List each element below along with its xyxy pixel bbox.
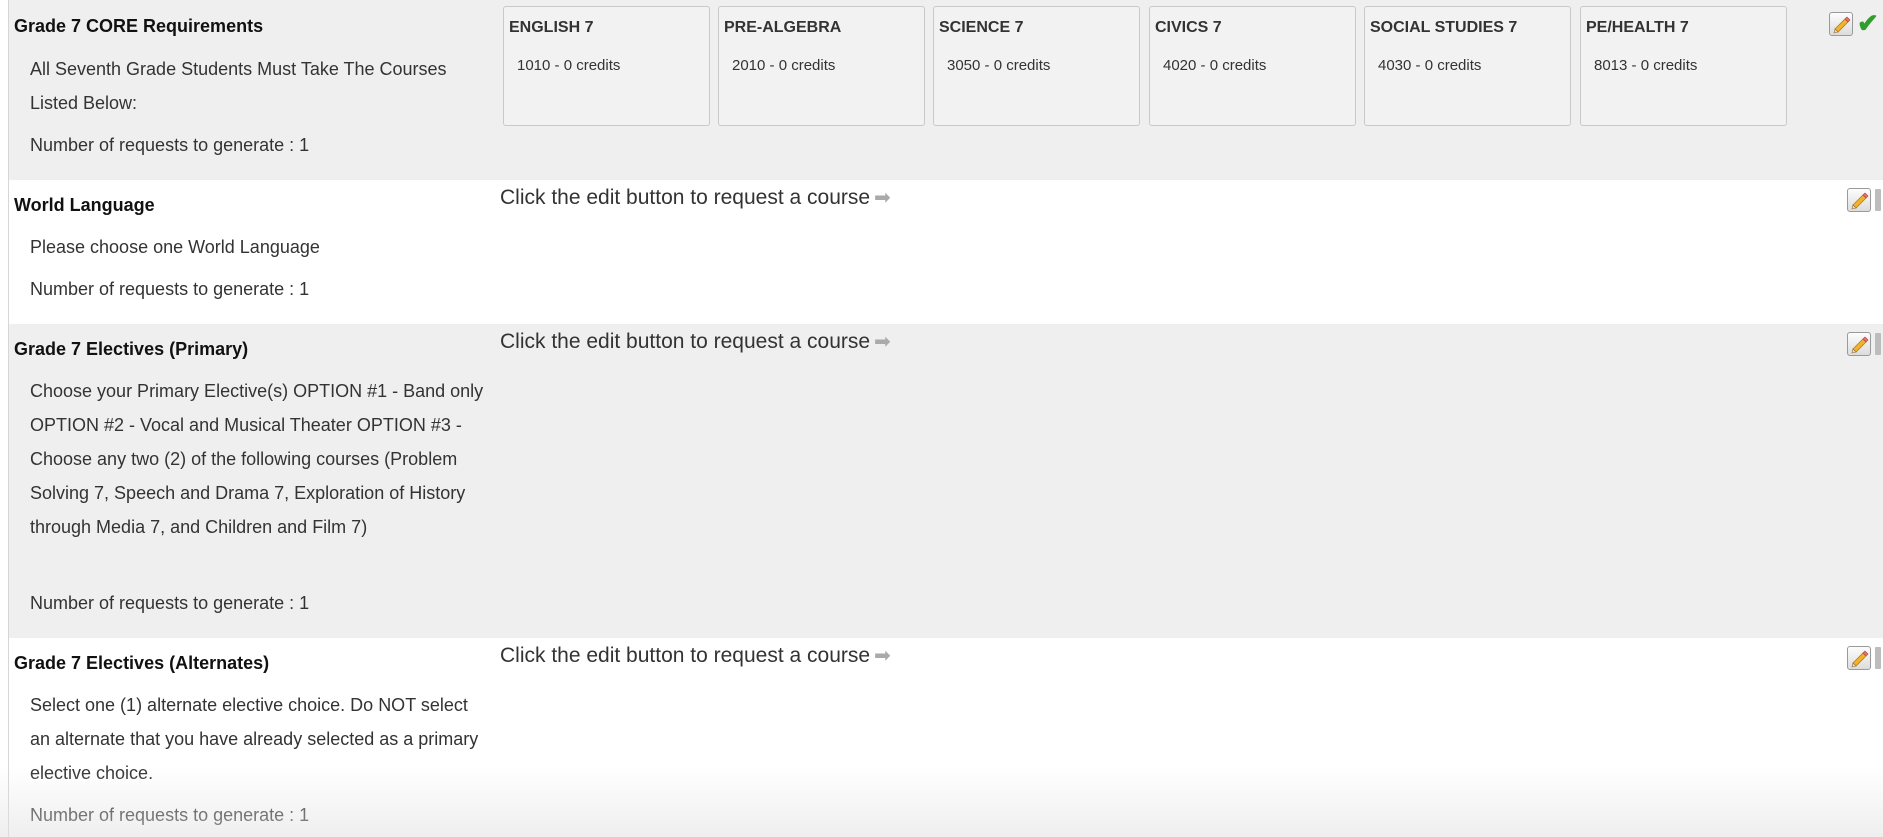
course-requests-panel: Grade 7 CORE Requirements All Seventh Gr… [0,0,1883,837]
pencil-icon [1851,192,1869,210]
course-name: PRE-ALGEBRA [724,19,842,36]
request-prompt-text: Click the edit button to request a cours… [500,186,871,209]
course-code: 1010 - 0 credits [517,57,621,74]
course-code: 2010 - 0 credits [732,57,836,74]
course-card-english-7: ENGLISH 7 1010 - 0 credits [503,6,710,126]
pencil-icon [1851,336,1869,354]
course-card-pre-algebra: PRE-ALGEBRA 2010 - 0 credits [718,6,925,126]
course-card-social-studies-7: SOCIAL STUDIES 7 4030 - 0 credits [1364,6,1571,126]
request-prompt-text: Click the edit button to request a cours… [500,644,871,667]
course-name: SOCIAL STUDIES 7 [1370,19,1518,36]
right-arrow-icon: ➡ [874,331,891,353]
group-description: All Seventh Grade Students Must Take The… [30,59,447,113]
course-card-science-7: SCIENCE 7 3050 - 0 credits [933,6,1140,126]
requests-count: Number of requests to generate : 1 [30,135,310,155]
course-name: ENGLISH 7 [509,19,594,36]
pencil-icon [1833,16,1851,34]
course-card-civics-7: CIVICS 7 4020 - 0 credits [1149,6,1356,126]
edit-button[interactable] [1847,646,1871,670]
group-row-core: Grade 7 CORE Requirements All Seventh Gr… [9,0,1883,180]
group-title: Grade 7 Electives (Alternates) [14,653,270,673]
group-row-electives-alternates: Grade 7 Electives (Alternates) Select on… [9,638,1883,837]
edit-button[interactable] [1847,332,1871,356]
delete-button[interactable] [1875,333,1881,355]
group-title: World Language [14,195,155,215]
group-title: Grade 7 Electives (Primary) [14,339,249,359]
course-card-pe-health-7: PE/HEALTH 7 8013 - 0 credits [1580,6,1787,126]
edit-button[interactable] [1829,12,1853,36]
course-code: 8013 - 0 credits [1594,57,1698,74]
group-row-electives-primary: Grade 7 Electives (Primary) Choose your … [9,324,1883,638]
request-prompt: Click the edit button to request a cours… [500,329,891,354]
course-code: 4030 - 0 credits [1378,57,1482,74]
request-prompt-text: Click the edit button to request a cours… [500,330,871,353]
check-icon: ✔ [1857,8,1879,38]
delete-button[interactable] [1875,189,1881,211]
group-description: Please choose one World Language [30,237,320,257]
right-arrow-icon: ➡ [874,645,891,667]
course-name: CIVICS 7 [1155,19,1222,36]
right-arrow-icon: ➡ [874,187,891,209]
course-name: PE/HEALTH 7 [1586,19,1689,36]
course-code: 3050 - 0 credits [947,57,1051,74]
course-name: SCIENCE 7 [939,19,1024,36]
course-code: 4020 - 0 credits [1163,57,1267,74]
group-description: Choose your Primary Elective(s) OPTION #… [30,381,484,537]
request-prompt: Click the edit button to request a cours… [500,643,891,668]
requests-count: Number of requests to generate : 1 [30,593,310,613]
group-title: Grade 7 CORE Requirements [14,16,264,36]
pencil-icon [1851,650,1869,668]
group-description: Select one (1) alternate elective choice… [30,695,479,783]
request-prompt: Click the edit button to request a cours… [500,185,891,210]
group-row-world-language: World Language Please choose one World L… [9,180,1883,324]
edit-button[interactable] [1847,188,1871,212]
requests-count: Number of requests to generate : 1 [30,279,310,299]
delete-button[interactable] [1875,647,1881,669]
requests-count: Number of requests to generate : 1 [30,805,310,825]
